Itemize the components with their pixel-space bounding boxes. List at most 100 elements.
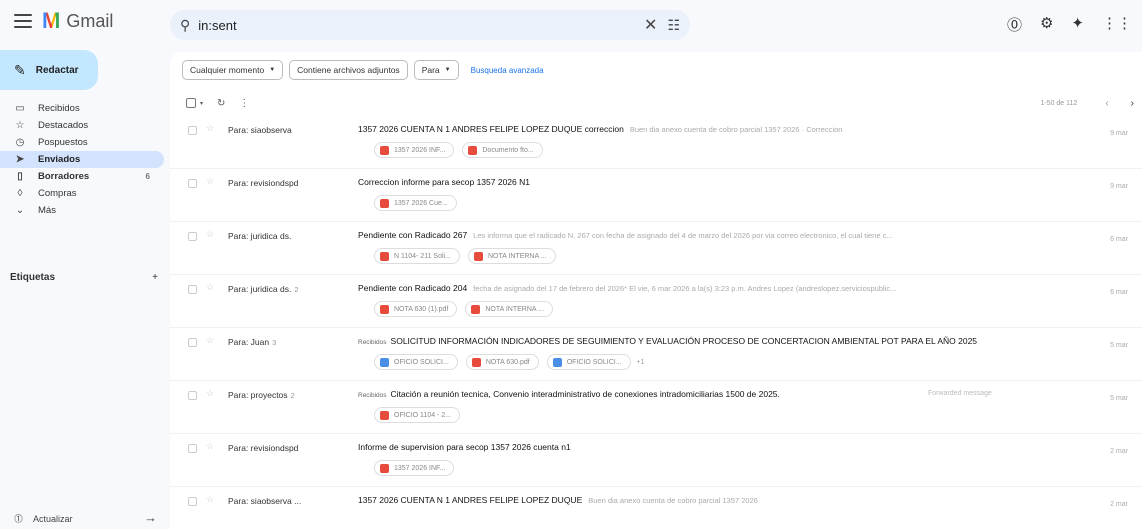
- filter-chip-0[interactable]: Cualquier momento ▼: [182, 60, 284, 80]
- attachment-chip[interactable]: Documento fto...: [462, 142, 543, 158]
- pdf-file-icon: [380, 198, 389, 208]
- gmail-app: M Gmail ⚲ ✕ ☷ ⓪ ⚙ ✦ ⋮⋮ ✎ Redactar ▭ Recib…: [0, 0, 1142, 529]
- settings-icon[interactable]: ⚙: [1040, 14, 1053, 35]
- row-checkbox[interactable]: [188, 338, 197, 347]
- email-row[interactable]: ☆ Para: revisiondspd Correccion informe pa…: [170, 169, 1142, 222]
- arrow-right-icon[interactable]: →: [144, 510, 157, 525]
- attachment-chip[interactable]: NOTA INTERNA ...: [467, 248, 556, 264]
- refresh-icon: ⓵: [14, 514, 24, 524]
- more-options-icon[interactable]: ⋮: [239, 98, 249, 109]
- star-icon[interactable]: ☆: [206, 282, 214, 293]
- apps-icon[interactable]: ⋮⋮: [1102, 14, 1132, 35]
- sidebar-item-count: 6: [145, 172, 150, 181]
- select-all-checkbox[interactable]: [186, 98, 196, 108]
- attachment-chip[interactable]: OFICIO SOLICI...: [546, 354, 631, 370]
- star-icon[interactable]: ☆: [206, 176, 214, 187]
- next-page-icon[interactable]: ›: [1131, 98, 1134, 109]
- attachment-chip[interactable]: NOTA 630 (1).pdf: [374, 301, 458, 317]
- email-summary: 1357 2026 CUENTA N 1 ANDRES FELIPE LOPEZ…: [358, 495, 1078, 505]
- sidebar-item-0[interactable]: ▭ Recibidos: [0, 100, 164, 117]
- attachment-chip[interactable]: OFICIO SOLICI...: [374, 354, 458, 370]
- attachment-name: NOTA 630 (1).pdf: [394, 305, 449, 313]
- email-date: 5 mar: [1110, 395, 1128, 402]
- sidebar-item-3[interactable]: ➤ Enviados: [0, 151, 164, 168]
- pdf-file-icon: [471, 304, 481, 314]
- main-menu-icon[interactable]: [14, 14, 32, 28]
- list-toolbar: ▾ ↻ ⋮ 1-50 de 112 ‹ ›: [186, 94, 1134, 112]
- star-icon[interactable]: ☆: [206, 229, 214, 240]
- attachment-chip[interactable]: 1357 2026 INF...: [374, 460, 455, 476]
- attachment-chip[interactable]: 1357 2026 INF...: [374, 142, 455, 158]
- recipient-name: Para: proyectos: [228, 390, 288, 400]
- pagination-info: 1-50 de 112: [1040, 99, 1078, 107]
- label-badge[interactable]: Recibidos: [358, 339, 387, 346]
- row-checkbox[interactable]: [188, 232, 197, 241]
- row-checkbox[interactable]: [188, 444, 197, 453]
- attachment-chip[interactable]: 1357 2026 Cue...: [374, 195, 457, 211]
- search-options-icon[interactable]: ☷: [667, 17, 680, 34]
- row-checkbox[interactable]: [188, 126, 197, 135]
- star-icon[interactable]: ☆: [206, 494, 214, 505]
- recipient: Para: siaobserva ...: [228, 496, 348, 506]
- refresh-list-icon[interactable]: ↻: [217, 98, 225, 109]
- refresh-button[interactable]: ⓵ Actualizar: [14, 512, 73, 525]
- email-subject: SOLICITUD INFORMACIÓN INDICADORES DE SEG…: [390, 336, 978, 346]
- gemini-icon[interactable]: ✦: [1071, 14, 1084, 35]
- email-subject: Pendiente con Radicado 204: [358, 283, 468, 293]
- help-icon[interactable]: ⓪: [1007, 14, 1022, 35]
- email-date: 6 mar: [1110, 236, 1128, 243]
- clear-search-icon[interactable]: ✕: [644, 15, 657, 35]
- email-row[interactable]: ☆ Para: juridica ds. Pendiente con Radicad…: [170, 222, 1142, 275]
- email-row[interactable]: ☆ Para: proyectos 2 Recibidos Citación a reu…: [170, 381, 1142, 434]
- email-row[interactable]: ☆ Para: juridica ds. 2 Pendiente con Radica…: [170, 275, 1142, 328]
- email-date: 9 mar: [1110, 183, 1128, 190]
- pdf-file-icon: [380, 251, 389, 261]
- sidebar-item-5[interactable]: ◊ Compras: [0, 185, 164, 202]
- attachment-chip[interactable]: NOTA 630.pdf: [465, 354, 539, 370]
- star-icon[interactable]: ☆: [206, 388, 214, 399]
- advanced-search-link[interactable]: Busqueda avanzada: [471, 66, 544, 75]
- draft-icon: ▯: [17, 171, 23, 182]
- pdf-file-icon: [380, 463, 389, 473]
- star-icon[interactable]: ☆: [206, 441, 214, 452]
- email-row[interactable]: ☆ Para: siaobserva ... 1357 2026 CUENTA N …: [170, 487, 1142, 529]
- email-subject: Pendiente con Radicado 267: [358, 230, 468, 240]
- filter-chip-1[interactable]: Contiene archivos adjuntos: [289, 60, 408, 80]
- sidebar-item-4[interactable]: ▯ Borradores 6: [0, 168, 164, 185]
- search-input[interactable]: [198, 17, 635, 33]
- star-icon[interactable]: ☆: [206, 335, 214, 346]
- sidebar-item-2[interactable]: ◷ Pospuestos: [0, 134, 164, 151]
- email-row[interactable]: ☆ Para: Juan 3 Recibidos SOLICITUD INFORMACI…: [170, 328, 1142, 381]
- more-attachments[interactable]: +1: [637, 359, 645, 366]
- gmail-logo[interactable]: M Gmail: [42, 8, 113, 34]
- row-checkbox[interactable]: [188, 179, 197, 188]
- attachment-chip[interactable]: NOTA INTERNA ...: [465, 301, 553, 317]
- row-checkbox[interactable]: [188, 391, 197, 400]
- label-badge[interactable]: Recibidos: [358, 392, 387, 399]
- star-icon[interactable]: ☆: [206, 123, 214, 134]
- attachment-chip[interactable]: N 1104- 211 Soli...: [374, 248, 460, 264]
- select-dropdown-icon[interactable]: ▾: [200, 100, 203, 107]
- search-bar: ⚲ ✕ ☷: [170, 10, 690, 40]
- doc-file-icon: [552, 357, 562, 367]
- prev-page-icon[interactable]: ‹: [1105, 98, 1108, 109]
- search-icon[interactable]: ⚲: [180, 17, 190, 34]
- attachments: N 1104- 211 Soli... NOTA INTERNA ...: [374, 248, 556, 264]
- email-row[interactable]: ☆ Para: revisiondspd Informe de supervisio…: [170, 434, 1142, 487]
- sidebar-item-6[interactable]: ⌄ Más: [0, 202, 164, 219]
- pencil-icon: ✎: [14, 61, 26, 78]
- row-checkbox[interactable]: [188, 497, 197, 506]
- filter-chip-label: Para: [421, 65, 440, 75]
- attachment-chip[interactable]: OFICIO 1104 - 2...: [374, 407, 461, 423]
- sidebar-item-1[interactable]: ☆ Destacados: [0, 117, 164, 134]
- email-summary: Pendiente con Radicado 267 Les informa qu…: [358, 230, 1078, 240]
- compose-button[interactable]: ✎ Redactar: [0, 50, 98, 90]
- row-checkbox[interactable]: [188, 285, 197, 294]
- filter-chip-2[interactable]: Para ▼: [413, 60, 459, 80]
- add-label-icon[interactable]: +: [152, 272, 158, 283]
- email-row[interactable]: ☆ Para: siaobserva 1357 2026 CUENTA N 1 AN…: [170, 116, 1142, 169]
- sidebar-item-label: Destacados: [38, 120, 89, 131]
- recipient-name: Para: juridica ds.: [228, 231, 292, 241]
- sidebar: ✎ Redactar ▭ Recibidos ☆ Destacados ◷ Pospues…: [0, 48, 170, 529]
- email-summary: Correccion informe para secop 1357 2026 …: [358, 177, 1078, 187]
